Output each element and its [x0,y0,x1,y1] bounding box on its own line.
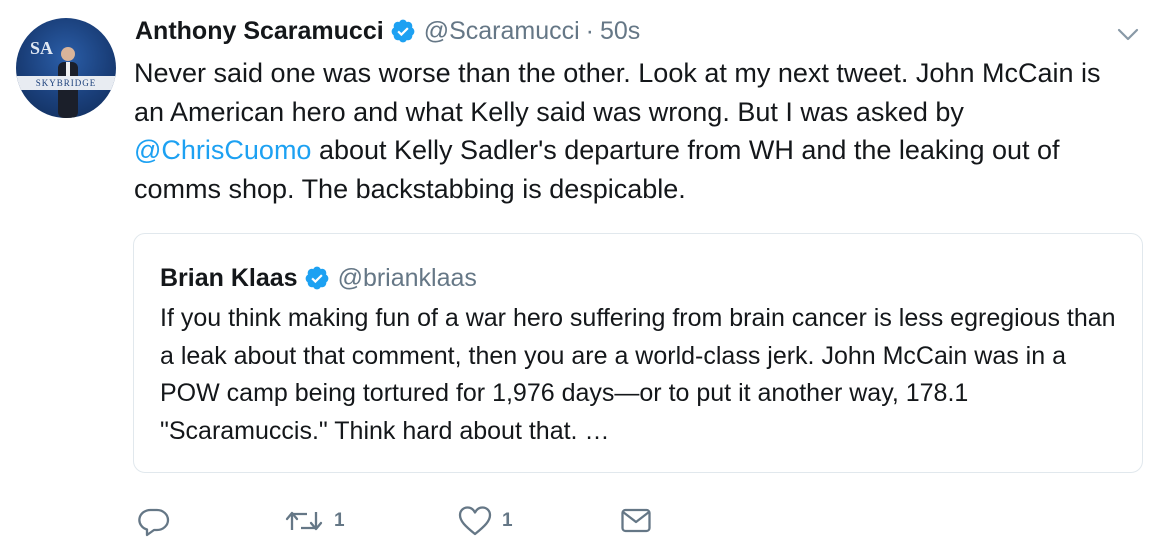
chevron-down-icon[interactable] [1114,20,1142,48]
quoted-tweet[interactable]: Brian Klaas @brianklaas If you think mak… [133,233,1143,473]
author-name[interactable]: Anthony Scaramucci [135,17,384,46]
retweet-icon [285,511,323,531]
reply-button[interactable] [138,504,170,538]
like-count: 1 [502,510,513,531]
separator-dot: · [585,16,594,45]
quoted-tweet-header: Brian Klaas @brianklaas [160,260,477,296]
retweet-button[interactable]: 1 [284,504,345,538]
author-handle[interactable]: @Scaramucci [424,17,580,46]
tweet-header: Anthony Scaramucci @Scaramucci · 50s [135,14,640,48]
quoted-author-handle: @brianklaas [337,263,477,292]
verified-badge-icon [391,19,415,43]
direct-message-button[interactable] [620,504,652,538]
quoted-author-name: Brian Klaas [160,263,298,292]
mention-link[interactable]: @ChrisCuomo [134,135,311,165]
quoted-tweet-text: If you think making fun of a war hero su… [160,304,1116,445]
avatar[interactable]: SA SKYBRIDGE [16,18,116,118]
heart-icon [458,506,492,536]
like-button[interactable]: 1 [458,504,513,538]
tweet-text-part: Never said one was worse than the other.… [134,58,1101,127]
verified-badge-icon [305,266,328,290]
envelope-icon [621,508,651,533]
avatar-banner: SKYBRIDGE [16,76,116,90]
avatar-logo-text: SA [30,38,54,58]
retweet-count: 1 [334,510,345,531]
reply-icon [138,508,170,537]
tweet-text: Never said one was worse than the other.… [134,54,1134,208]
tweet-timestamp[interactable]: 50s [600,17,640,46]
